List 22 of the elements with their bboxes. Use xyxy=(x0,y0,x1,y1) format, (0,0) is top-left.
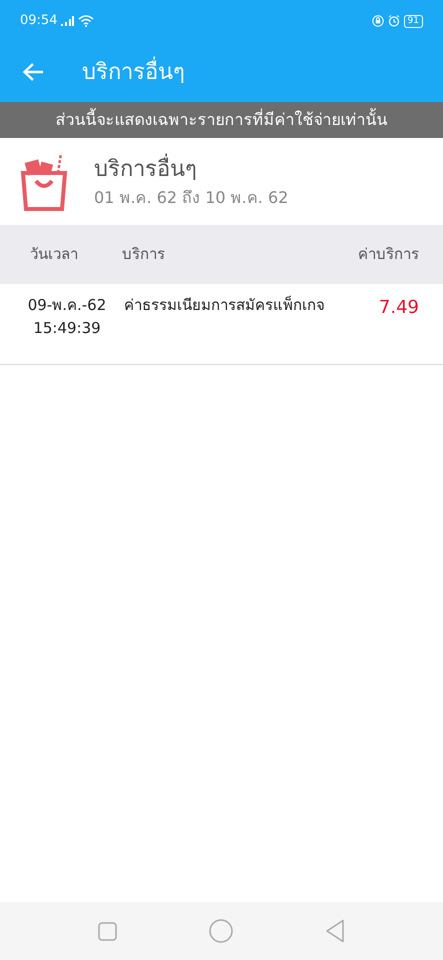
screen-title: บริการอื่นๆ xyxy=(82,56,185,88)
column-header: วันเวลา xyxy=(30,244,79,266)
column-header: บริการ xyxy=(122,244,165,266)
service-cell-text: ค่าธรรมเนียมการสมัครแพ็กเกจ xyxy=(124,294,325,316)
time-cell-text: 15:49:39 xyxy=(33,318,101,338)
back-arrow-icon[interactable] xyxy=(22,62,44,82)
column-header: ค่าบริการ xyxy=(358,244,419,266)
notice-banner: ส่วนนี้จะแสดงเฉพาะรายการที่มีค่าใช้จ่ายเท่านั้น xyxy=(0,102,443,138)
lock-icon xyxy=(372,15,384,27)
wifi-icon xyxy=(78,15,94,27)
back-triangle-icon[interactable] xyxy=(325,919,345,943)
shopping-bag-icon xyxy=(18,150,70,212)
date-range: 01 พ.ค. 62 ถึง 10 พ.ค. 62 xyxy=(94,187,288,209)
alarm-icon xyxy=(388,15,400,27)
fee-cell-text: 7.49 xyxy=(378,296,419,320)
service-title: บริการอื่นๆ xyxy=(94,153,288,186)
signal-icon xyxy=(61,16,74,26)
status-time: 09:54 xyxy=(20,12,58,30)
home-circle-icon[interactable] xyxy=(209,919,233,943)
date-cell-text: 09-พ.ค.-62 xyxy=(28,295,106,316)
square-nav-icon[interactable] xyxy=(98,922,117,940)
battery-level: 91 xyxy=(404,14,423,28)
